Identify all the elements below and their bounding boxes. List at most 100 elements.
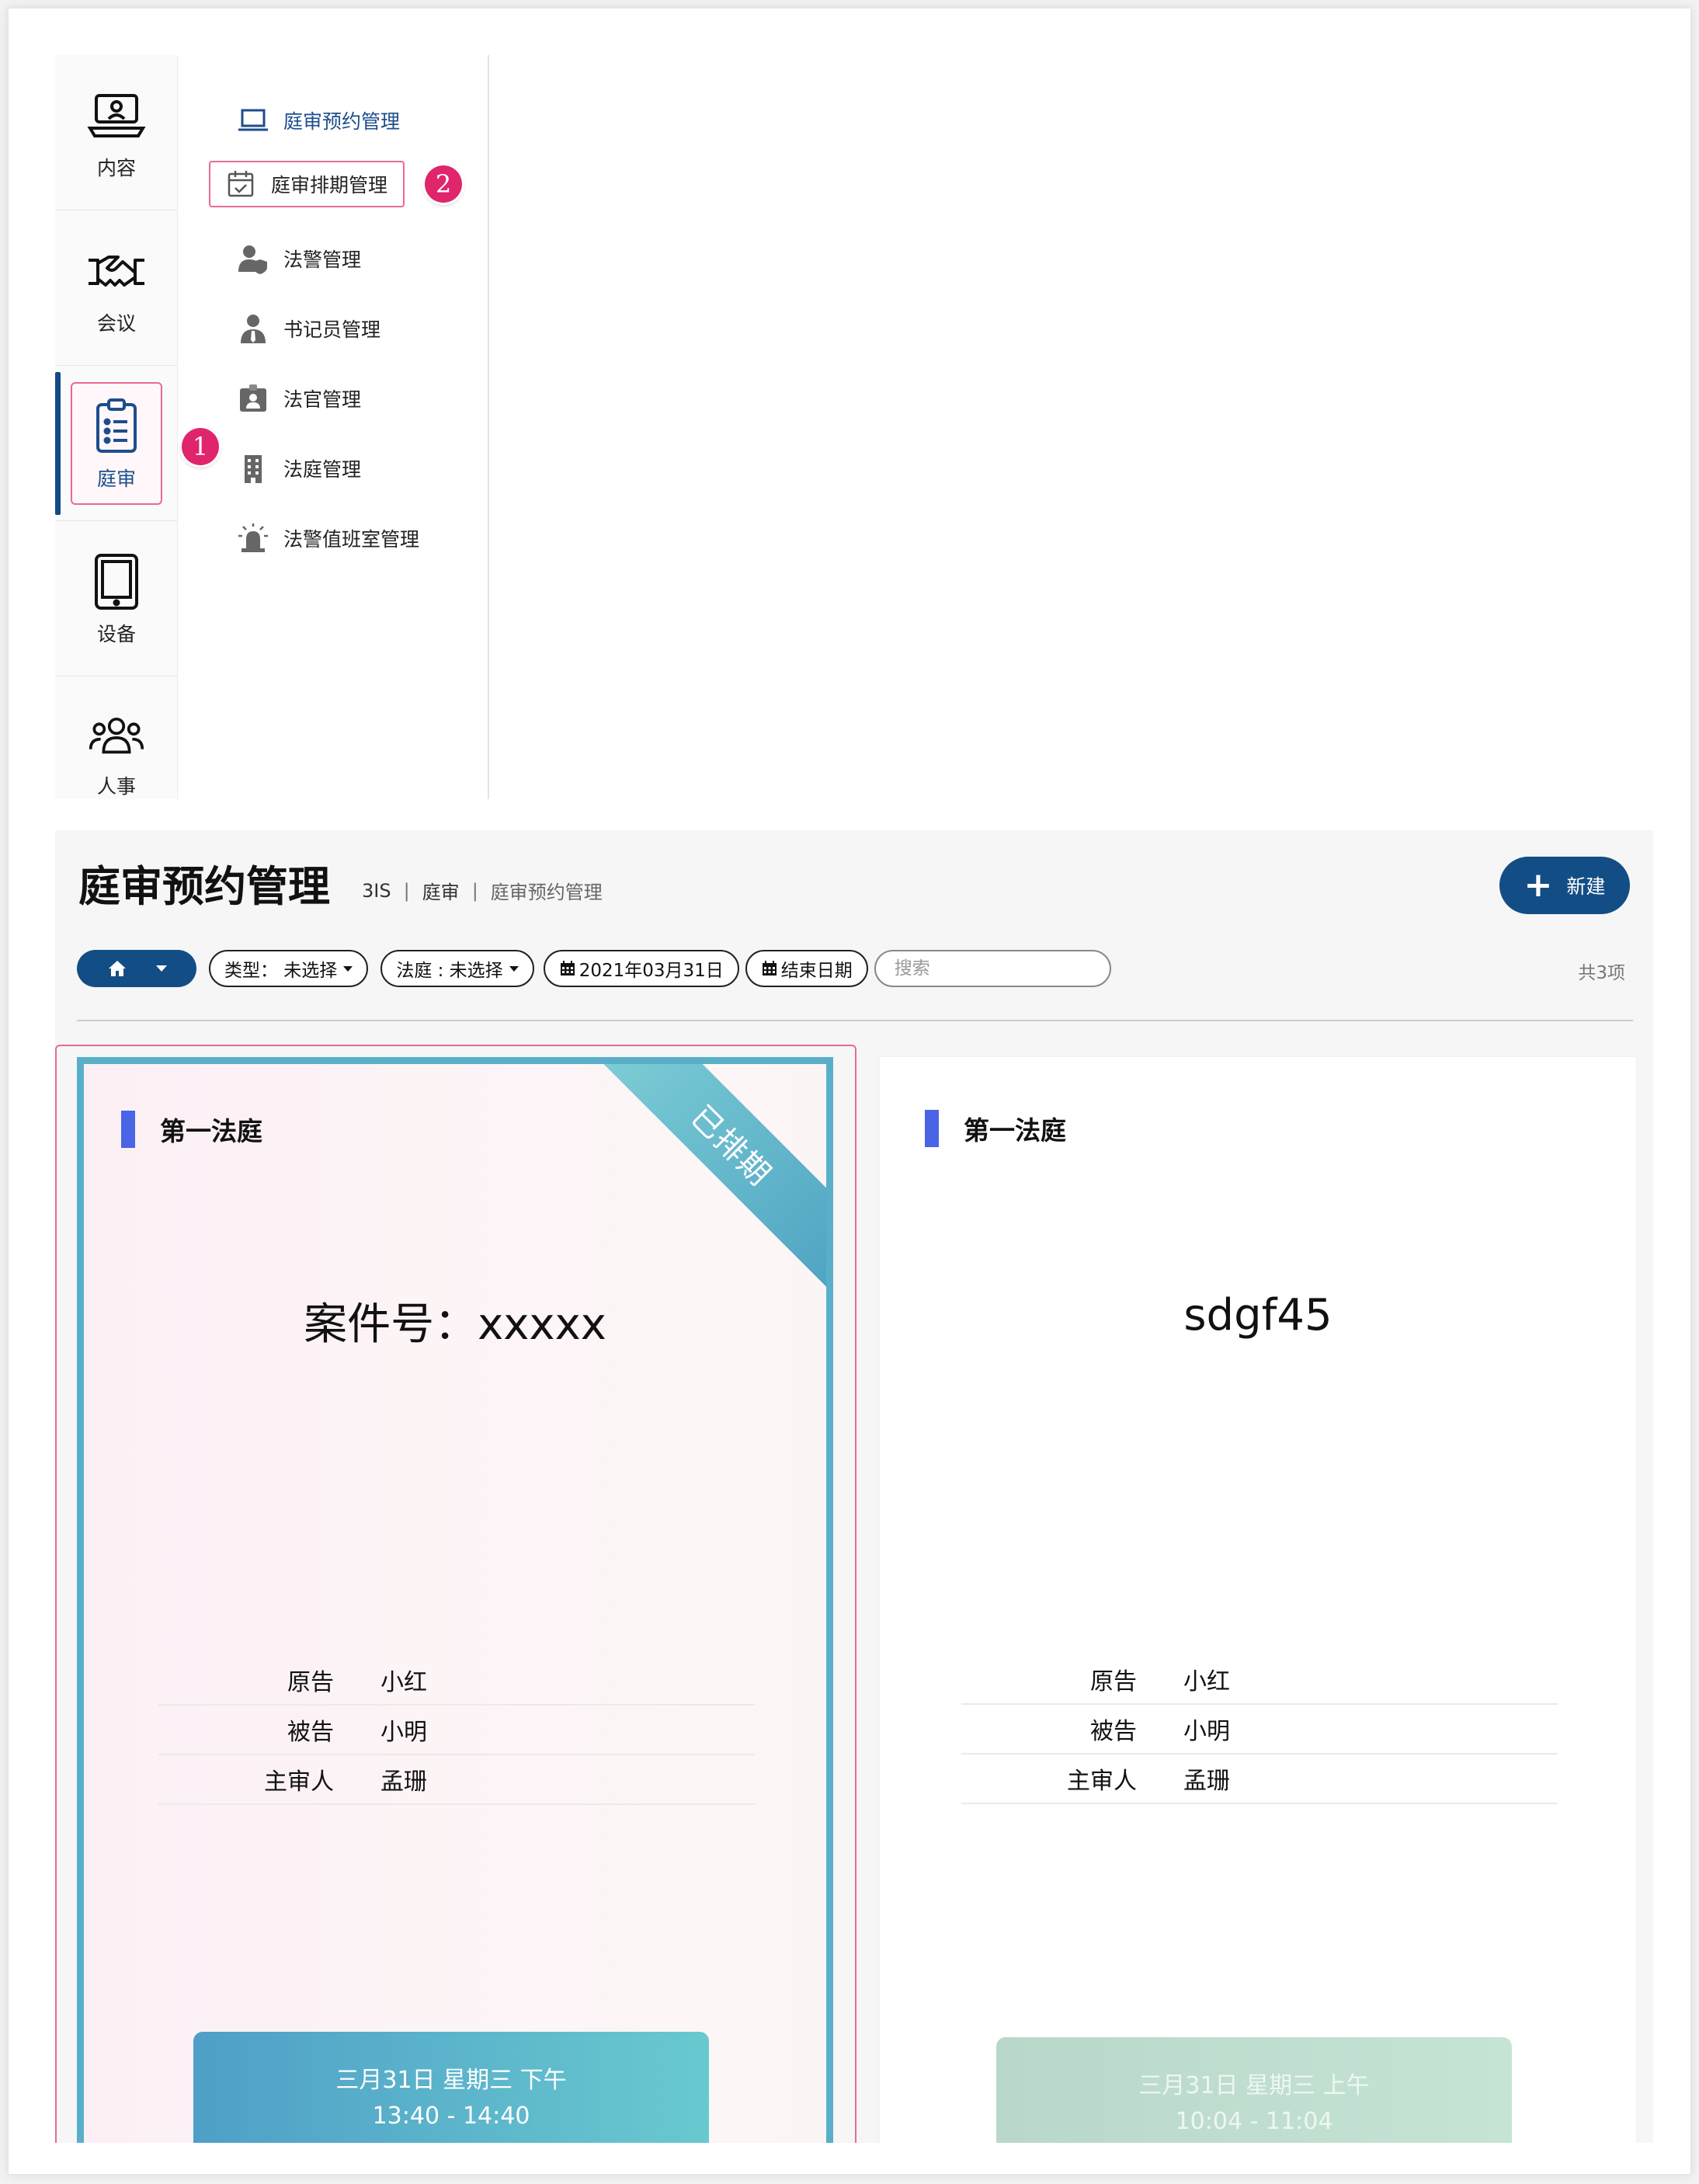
- user-shield-icon: [238, 245, 267, 274]
- trial-card[interactable]: 第一法庭 sdgf45 原告 小红 被告 小明 主审人 孟珊 三月31日 星期三…: [880, 1057, 1636, 2143]
- search-input[interactable]: [894, 958, 1122, 979]
- submenu-clerk[interactable]: 书记员管理: [223, 305, 391, 352]
- submenu-trial-scheduling[interactable]: 庭审排期管理: [209, 161, 405, 207]
- court-name: 第一法庭: [964, 1115, 1066, 1146]
- info-value: 小明: [1183, 1718, 1230, 1745]
- info-value: 小红: [380, 1669, 427, 1696]
- laptop-icon: [238, 109, 268, 131]
- building-icon: [245, 455, 262, 483]
- info-row-plaintiff: 原告 小红: [961, 1655, 1558, 1705]
- case-info: 原告 小红 被告 小明 主审人 孟珊: [158, 1656, 755, 1805]
- submenu-courtroom[interactable]: 法庭管理: [223, 445, 372, 492]
- type-filter-label: 类型： 未选择: [224, 961, 338, 981]
- breadcrumb-separator: |: [471, 879, 478, 902]
- clipboard-list-icon: [96, 398, 137, 453]
- breadcrumb: 3IS | 庭审 | 庭审预约管理: [362, 877, 603, 904]
- id-badge-icon: [240, 384, 266, 412]
- handshake-icon: [89, 255, 144, 287]
- users-icon: [89, 717, 144, 754]
- rail-label: 设备: [96, 622, 136, 645]
- rail-item-meeting[interactable]: 会议: [55, 210, 178, 366]
- info-value: 孟珊: [380, 1768, 427, 1796]
- step-badge-1: 1: [182, 428, 219, 465]
- plus-icon: +: [1524, 865, 1553, 905]
- end-date-value: 结束日期: [780, 961, 853, 981]
- calendar-check-icon: [228, 171, 254, 197]
- info-label: 主审人: [264, 1768, 334, 1796]
- breadcrumb-item-current: 庭审预约管理: [490, 882, 603, 903]
- chevron-down-icon: [155, 965, 167, 972]
- submenu-label: 庭审排期管理: [271, 174, 388, 196]
- submenu-label: 法官管理: [283, 388, 362, 411]
- end-date-picker[interactable]: 结束日期: [745, 950, 868, 987]
- rail-label: 人事: [96, 775, 136, 798]
- rail-item-device[interactable]: 设备: [55, 521, 178, 676]
- search-box: [874, 950, 1122, 987]
- info-label: 主审人: [1067, 1768, 1137, 1795]
- breadcrumb-item-trial[interactable]: 庭审: [422, 877, 460, 904]
- info-value: 小明: [380, 1719, 427, 1746]
- submenu-label: 书记员管理: [283, 318, 381, 341]
- trial-card[interactable]: 已排期 第一法庭 案件号：xxxxx 原告 小红 被告 小明 主审人 孟珊 三月…: [77, 1057, 833, 2143]
- info-row-defendant: 被告 小明: [961, 1705, 1558, 1755]
- court-filter-label: 法庭 : 未选择: [396, 961, 503, 981]
- submenu-trial-booking[interactable]: 庭审预约管理: [223, 97, 411, 144]
- time-slot-range: 13:40 - 14:40: [372, 2102, 530, 2130]
- submenu-bailiff-duty-room[interactable]: 法警值班室管理: [223, 515, 430, 562]
- court-filter-dropdown[interactable]: 法庭 : 未选择: [380, 950, 534, 987]
- rail-label: 庭审: [96, 467, 136, 490]
- icon-rail: 内容 会议 庭审 设备 人事: [55, 55, 178, 799]
- navigation-panel: 内容 会议 庭审 设备 人事 庭审预约管理 庭审排期管理 法警管理 书记员管理 …: [55, 55, 490, 799]
- caret-down-icon: [343, 965, 353, 972]
- info-label: 原告: [287, 1669, 334, 1696]
- home-dropdown-button[interactable]: [77, 950, 196, 987]
- start-date-picker[interactable]: 2021年03月31日: [543, 950, 739, 987]
- calendar-icon: [762, 961, 777, 975]
- rail-item-trial-highlight: 庭审: [71, 381, 162, 505]
- screenshot-frame: 内容 会议 庭审 设备 人事 庭审预约管理 庭审排期管理 法警管理 书记员管理 …: [8, 8, 1691, 2175]
- rail-item-content[interactable]: 内容: [55, 55, 178, 210]
- info-value: 小红: [1183, 1668, 1230, 1695]
- time-slot-range: 10:04 - 11:04: [1175, 2108, 1333, 2135]
- time-slot: 三月31日 星期三 下午 13:40 - 14:40: [193, 2032, 709, 2143]
- siren-icon: [238, 523, 268, 552]
- user-tie-icon: [241, 315, 266, 343]
- info-row-presiding-judge: 主审人 孟珊: [961, 1755, 1558, 1804]
- laptop-user-icon: [87, 93, 146, 137]
- card-header: 第一法庭: [925, 1110, 1066, 1147]
- info-label: 被告: [1090, 1718, 1137, 1745]
- submenu-label: 法警值班室管理: [283, 528, 420, 551]
- step-badge-2: 2: [425, 165, 462, 203]
- trial-booking-page: 庭审预约管理 3IS | 庭审 | 庭审预约管理 + 新建 类型： 未选择 法庭…: [55, 830, 1653, 2143]
- breadcrumb-item-root[interactable]: 3IS: [362, 880, 391, 902]
- submenu-judge[interactable]: 法官管理: [223, 375, 372, 422]
- time-slot: 三月31日 星期三 上午 10:04 - 11:04: [996, 2037, 1512, 2143]
- case-number: 案件号：xxxxx: [304, 1299, 606, 1350]
- submenu-bailiff[interactable]: 法警管理: [223, 235, 372, 282]
- calendar-icon: [560, 961, 575, 975]
- type-filter-dropdown[interactable]: 类型： 未选择: [209, 950, 369, 987]
- page-title: 庭审预约管理: [78, 862, 330, 911]
- rail-item-trial[interactable]: 庭审: [55, 366, 178, 521]
- header-divider: [77, 1020, 1633, 1021]
- status-ribbon: 已排期: [587, 1064, 826, 1290]
- breadcrumb-separator: |: [403, 879, 410, 902]
- submenu-label: 法警管理: [283, 249, 362, 271]
- rail-label: 会议: [96, 311, 136, 335]
- home-icon: [108, 961, 126, 976]
- submenu-label: 庭审预约管理: [283, 110, 401, 133]
- court-color-bar: [925, 1110, 939, 1147]
- rail-label: 内容: [96, 156, 136, 179]
- time-slot-date: 三月31日 星期三 上午: [1138, 2072, 1370, 2099]
- court-color-bar: [121, 1111, 135, 1148]
- start-date-value: 2021年03月31日: [578, 961, 724, 981]
- total-count: 共3项: [1578, 963, 1625, 983]
- court-name: 第一法庭: [160, 1116, 262, 1146]
- submenu-label: 法庭管理: [283, 458, 362, 481]
- caret-down-icon: [509, 965, 519, 972]
- new-button[interactable]: + 新建: [1499, 857, 1630, 914]
- card-header: 第一法庭: [121, 1111, 262, 1148]
- rail-item-personnel[interactable]: 人事: [55, 676, 178, 799]
- info-row-defendant: 被告 小明: [158, 1706, 755, 1755]
- case-info: 原告 小红 被告 小明 主审人 孟珊: [961, 1655, 1558, 1804]
